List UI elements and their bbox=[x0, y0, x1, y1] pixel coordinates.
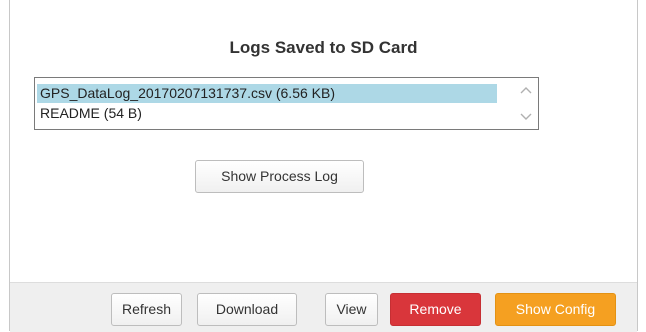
list-item-readme[interactable]: README (54 B) bbox=[37, 104, 142, 123]
logs-panel: Logs Saved to SD Card GPS_DataLog_201702… bbox=[9, 0, 638, 332]
download-button[interactable]: Download bbox=[197, 293, 297, 326]
log-file-list[interactable]: GPS_DataLog_20170207131737.csv (6.56 KB)… bbox=[34, 77, 539, 130]
show-process-log-button[interactable]: Show Process Log bbox=[195, 160, 364, 193]
list-item-log-file[interactable]: GPS_DataLog_20170207131737.csv (6.56 KB) bbox=[37, 84, 497, 103]
footer-bar: Refresh Download View Remove Show Config bbox=[10, 282, 637, 332]
remove-button[interactable]: Remove bbox=[390, 293, 481, 326]
show-config-button[interactable]: Show Config bbox=[495, 293, 616, 326]
panel-title: Logs Saved to SD Card bbox=[229, 38, 418, 57]
scroll-down-icon[interactable] bbox=[518, 108, 534, 124]
view-button[interactable]: View bbox=[325, 293, 378, 326]
refresh-button[interactable]: Refresh bbox=[111, 293, 182, 326]
scroll-up-icon[interactable] bbox=[518, 83, 534, 99]
